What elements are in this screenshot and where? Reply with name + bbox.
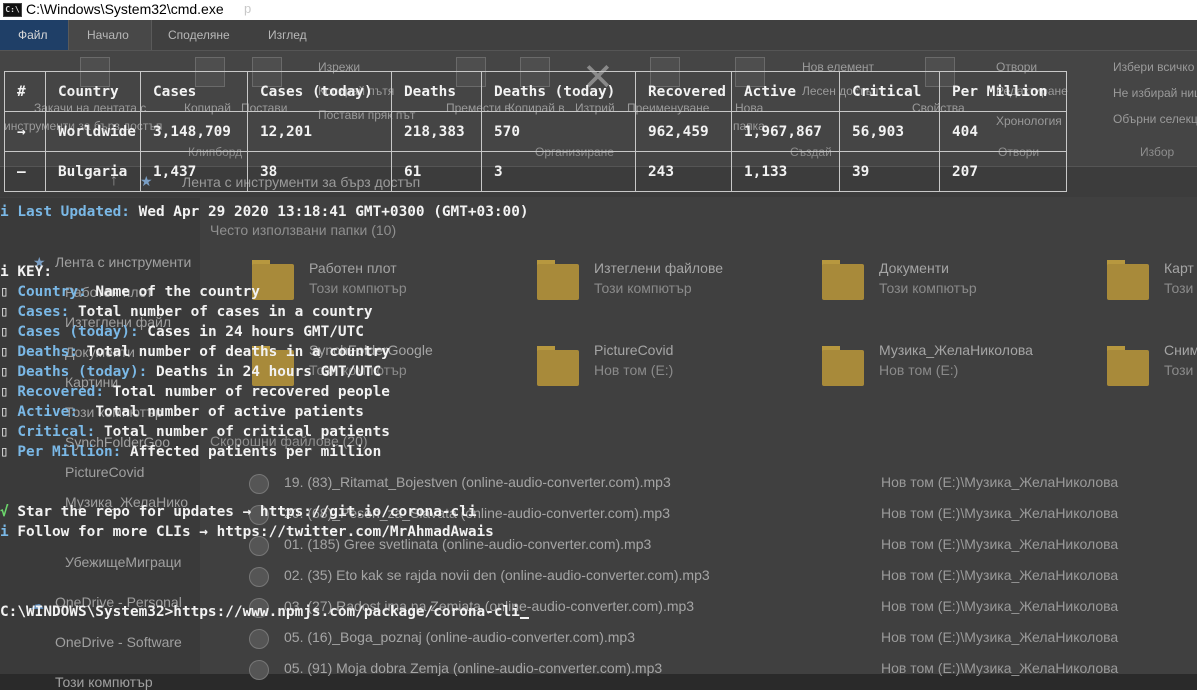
title-bar: C:\ C:\Windows\System32\cmd.exe р: [0, 0, 1197, 20]
table-cell: 3: [481, 151, 636, 192]
table-cell: Worldwide: [45, 111, 141, 152]
col-header-cases-today: Cases (today): [247, 71, 392, 112]
table-cell: 56,903: [839, 111, 940, 152]
table-row: — Bulgaria 1,437 38 61 3 243 1,133 39 20…: [4, 151, 1067, 192]
text-cursor: [519, 617, 529, 619]
key-term: Deaths:: [17, 344, 78, 360]
window-title-ghost: р: [244, 1, 252, 16]
star-repo-line: √ Star the repo for updates → https://gi…: [0, 502, 477, 522]
table-cell: —: [4, 151, 46, 192]
prompt: C:\WINDOWS\System32>: [0, 604, 174, 620]
key-term: Per Million:: [17, 444, 122, 460]
col-header-country: Country: [45, 71, 141, 112]
key-desc: Total number of cases in a country: [69, 304, 373, 320]
bullet-icon: ▯: [0, 344, 9, 360]
command-prompt-line[interactable]: C:\WINDOWS\System32>https://www.npmjs.co…: [0, 602, 529, 622]
key-desc: Total number of active patients: [78, 404, 364, 420]
bullet-icon: ▯: [0, 444, 9, 460]
key-desc: Deaths in 24 hours GMT/UTC: [147, 364, 382, 380]
table-cell: 404: [939, 111, 1067, 152]
col-header-deaths: Deaths: [391, 71, 482, 112]
bullet-icon: ▯: [0, 284, 9, 300]
key-line: ▯ Cases (today): Cases in 24 hours GMT/U…: [0, 322, 364, 342]
table-cell: 570: [481, 111, 636, 152]
window-title: C:\Windows\System32\cmd.exe: [26, 1, 224, 17]
table-cell: 962,459: [635, 111, 732, 152]
table-cell: →: [4, 111, 46, 152]
bullet-icon: ▯: [0, 424, 9, 440]
terminal-output[interactable]: # Country Cases Cases (today) Deaths Dea…: [0, 0, 1197, 674]
command-input[interactable]: https://www.npmjs.com/package/corona-cli: [173, 604, 520, 620]
key-line: ▯ Deaths (today): Deaths in 24 hours GMT…: [0, 362, 381, 382]
key-line: ▯ Active: Total number of active patient…: [0, 402, 364, 422]
col-header-index: #: [4, 71, 46, 112]
key-desc: Total number of recovered people: [103, 384, 390, 400]
key-line: ▯ Critical: Total number of critical pat…: [0, 422, 390, 442]
table-cell: 1,133: [731, 151, 840, 192]
last-updated-value: Wed Apr 29 2020 13:18:41 GMT+0300 (GMT+0…: [138, 204, 529, 220]
check-icon: √: [0, 504, 9, 520]
key-line: ▯ Cases: Total number of cases in a coun…: [0, 302, 373, 322]
table-cell: 218,383: [391, 111, 482, 152]
key-term: Cases:: [17, 304, 70, 320]
key-term: Country:: [17, 284, 87, 300]
bullet-icon: ▯: [0, 304, 9, 320]
col-header-cases: Cases: [140, 71, 248, 112]
stats-table: # Country Cases Cases (today) Deaths Dea…: [4, 71, 1067, 192]
table-cell: Bulgaria: [45, 151, 141, 192]
nav-this-pc-2[interactable]: Този компютър: [55, 674, 153, 690]
col-header-deaths-today: Deaths (today): [481, 71, 636, 112]
key-title: i KEY:: [0, 264, 52, 280]
key-desc: Cases in 24 hours GMT/UTC: [138, 324, 364, 340]
key-term: Recovered:: [17, 384, 104, 400]
follow-text: Follow for more CLIs → https://twitter.c…: [8, 524, 494, 540]
key-desc: Total number of critical patients: [95, 424, 390, 440]
col-header-critical: Critical: [839, 71, 940, 112]
key-term: Deaths (today):: [17, 364, 148, 380]
last-updated-line: i Last Updated: Wed Apr 29 2020 13:18:41…: [0, 202, 529, 222]
bullet-icon: ▯: [0, 364, 9, 380]
bullet-icon: ▯: [0, 324, 9, 340]
info-icon: i: [0, 524, 9, 540]
table-cell: 1,437: [140, 151, 248, 192]
key-term: Active:: [17, 404, 78, 420]
table-cell: 3,148,709: [140, 111, 248, 152]
cmd-icon: C:\: [3, 3, 22, 17]
table-cell: 1,967,867: [731, 111, 840, 152]
table-header-row: # Country Cases Cases (today) Deaths Dea…: [4, 71, 1067, 112]
bullet-icon: ▯: [0, 404, 9, 420]
key-term: Cases (today):: [17, 324, 139, 340]
table-cell: 243: [635, 151, 732, 192]
key-desc: Name of the country: [86, 284, 260, 300]
bullet-icon: ▯: [0, 384, 9, 400]
follow-line: i Follow for more CLIs → https://twitter…: [0, 522, 494, 542]
table-row: → Worldwide 3,148,709 12,201 218,383 570…: [4, 111, 1067, 152]
table-cell: 207: [939, 151, 1067, 192]
col-header-recovered: Recovered: [635, 71, 732, 112]
key-line: ▯ Recovered: Total number of recovered p…: [0, 382, 390, 402]
table-cell: 61: [391, 151, 482, 192]
key-desc: Affected patients per million: [121, 444, 382, 460]
key-desc: Total number of deaths in a country: [78, 344, 390, 360]
col-header-active: Active: [731, 71, 840, 112]
key-line: ▯ Per Million: Affected patients per mil…: [0, 442, 381, 462]
table-cell: 38: [247, 151, 392, 192]
col-header-per-million: Per Million: [939, 71, 1067, 112]
table-cell: 39: [839, 151, 940, 192]
info-icon: i: [0, 204, 9, 220]
star-repo-text: Star the repo for updates → https://git.…: [8, 504, 477, 520]
key-line: ▯ Deaths: Total number of deaths in a co…: [0, 342, 390, 362]
last-updated-label: Last Updated:: [17, 204, 130, 220]
key-line: ▯ Country: Name of the country: [0, 282, 260, 302]
key-term: Critical:: [17, 424, 96, 440]
table-cell: 12,201: [247, 111, 392, 152]
